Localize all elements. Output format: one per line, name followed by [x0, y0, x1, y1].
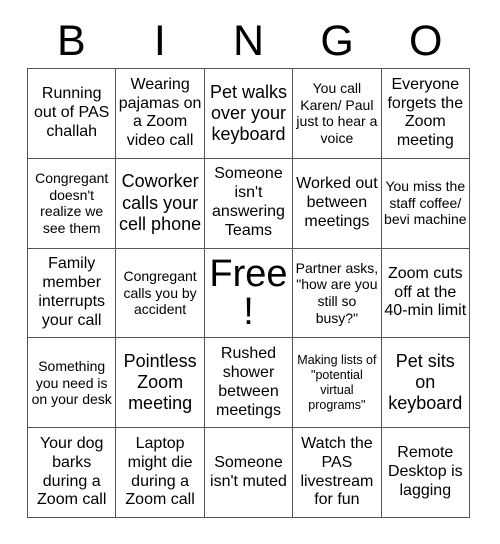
bingo-cell-label: Family member interrupts your call	[38, 255, 106, 329]
bingo-cell[interactable]: Pet sits on keyboard	[381, 338, 470, 429]
bingo-cell[interactable]: Laptop might die during a Zoom call	[116, 428, 205, 518]
bingo-cell-label: Everyone forgets the Zoom meeting	[387, 75, 464, 150]
bingo-cell-label: Coworker calls your cell phone	[119, 171, 202, 234]
bingo-cell-label: You miss the staff coffee/ bevi machine	[384, 178, 467, 228]
bingo-cell-label: Congregant doesn't realize we see them	[35, 170, 109, 236]
bingo-cell[interactable]: Making lists of "potential virtual progr…	[293, 338, 382, 429]
bingo-cell[interactable]: You miss the staff coffee/ bevi machine	[381, 158, 470, 249]
bingo-free-label: Free!	[209, 252, 288, 333]
bingo-cell-label: Watch the PAS livestream for fun	[300, 434, 374, 509]
bingo-cell[interactable]: Family member interrupts your call	[28, 248, 117, 339]
bingo-card: B I N G O Running out of PAS challah Wea…	[0, 0, 500, 544]
bingo-cell[interactable]: Congregant doesn't realize we see them	[28, 158, 117, 249]
bingo-cell[interactable]: Coworker calls your cell phone	[116, 158, 205, 249]
bingo-free-cell[interactable]: Free!	[204, 248, 294, 339]
bingo-cell-label: Pet walks over your keyboard	[209, 81, 287, 145]
bingo-cell[interactable]: You call Karen/ Paul just to hear a voic…	[293, 69, 382, 159]
bingo-cell-label: Remote Desktop is lagging	[387, 444, 463, 500]
header-letter-i: I	[153, 17, 166, 65]
bingo-cell[interactable]: Pointless Zoom meeting	[116, 338, 205, 429]
bingo-cell-label: Something you need is on your desk	[31, 358, 112, 408]
header-letter-g: G	[320, 17, 354, 65]
bingo-cell[interactable]: Wearing pajamas on a Zoom video call	[116, 69, 205, 159]
bingo-cell-label: Someone isn't muted	[210, 453, 287, 490]
bingo-cell[interactable]: Someone isn't muted	[204, 428, 294, 518]
bingo-cell[interactable]: Someone isn't answering Teams	[204, 158, 294, 249]
bingo-cell-label: Pointless Zoom meeting	[123, 350, 197, 414]
bingo-cell-label: You call Karen/ Paul just to hear a voic…	[296, 80, 378, 146]
bingo-cell[interactable]: Partner asks, "how are you still so busy…	[293, 248, 382, 339]
bingo-cell[interactable]: Congregant calls you by accident	[116, 248, 205, 339]
bingo-cell-label: Partner asks, "how are you still so busy…	[295, 259, 379, 326]
bingo-cell[interactable]: Running out of PAS challah	[28, 69, 117, 159]
bingo-cell-label: Zoom cuts off at the 40-min limit	[384, 264, 467, 320]
bingo-cell[interactable]: Zoom cuts off at the 40-min limit	[381, 248, 470, 339]
bingo-cell-label: Your dog barks during a Zoom call	[37, 434, 107, 509]
header-letter-b: B	[56, 17, 86, 65]
bingo-cell[interactable]: Pet walks over your keyboard	[204, 69, 294, 159]
bingo-cell-label: Rushed shower between meetings	[216, 345, 281, 419]
bingo-header: B I N G O	[27, 14, 470, 68]
bingo-cell-label: Congregant calls you by accident	[123, 268, 197, 318]
bingo-cell[interactable]: Something you need is on your desk	[28, 338, 117, 429]
bingo-cell-label: Pet sits on keyboard	[388, 350, 463, 414]
bingo-cell-label: Wearing pajamas on a Zoom video call	[118, 75, 202, 150]
bingo-cell-label: Worked out between meetings	[296, 174, 378, 230]
bingo-cell-label: Someone isn't answering Teams	[212, 165, 285, 240]
bingo-cell[interactable]: Worked out between meetings	[293, 158, 382, 249]
bingo-cell-label: Laptop might die during a Zoom call	[125, 434, 195, 509]
bingo-cell[interactable]: Everyone forgets the Zoom meeting	[381, 69, 470, 159]
bingo-cell[interactable]: Watch the PAS livestream for fun	[293, 428, 382, 518]
header-letter-o: O	[408, 17, 443, 65]
bingo-cell[interactable]: Your dog barks during a Zoom call	[28, 428, 117, 518]
bingo-cell-label: Running out of PAS challah	[34, 85, 110, 140]
bingo-cell[interactable]: Rushed shower between meetings	[204, 338, 294, 429]
header-letter-n: N	[232, 17, 265, 65]
bingo-cell[interactable]: Remote Desktop is lagging	[381, 428, 470, 518]
bingo-grid: Running out of PAS challah Wearing pajam…	[27, 68, 470, 518]
bingo-cell-label: Making lists of "potential virtual progr…	[297, 353, 377, 412]
